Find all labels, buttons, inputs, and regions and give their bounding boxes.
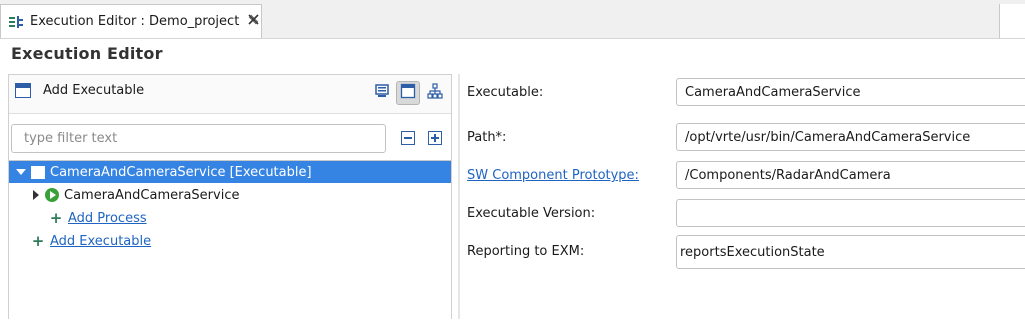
tree-row-executable-label: CameraAndCameraService [Executable] <box>50 164 312 180</box>
monitor-view-button[interactable] <box>370 81 394 105</box>
executable-name-field[interactable]: CameraAndCameraService <box>676 78 1025 106</box>
add-executable-label: Add Executable <box>43 83 145 98</box>
tree-row-executable[interactable]: CameraAndCameraService [Executable] <box>9 161 451 183</box>
executable-tree-pane: Add Executable type filter text CameraAn… <box>8 74 452 319</box>
properties-pane: Executable: CameraAndCameraService Path*… <box>461 74 1025 319</box>
sw-component-prototype-field[interactable]: /Components/RadarAndCamera <box>676 161 1025 189</box>
executable-label: Executable: <box>467 85 544 100</box>
plus-icon: + <box>31 232 45 250</box>
plus-icon: + <box>49 209 63 227</box>
hierarchy-view-button[interactable] <box>423 81 447 105</box>
expand-all-icon[interactable] <box>428 131 442 145</box>
tree-row-component-label: CameraAndCameraService <box>64 187 240 203</box>
page-title: Execution Editor <box>11 44 163 63</box>
close-icon[interactable] <box>248 14 259 29</box>
tree-row-component[interactable]: CameraAndCameraService <box>33 184 239 206</box>
process-run-icon <box>45 188 59 202</box>
executable-version-label: Executable Version: <box>467 206 596 221</box>
chevron-right-icon[interactable] <box>33 190 39 200</box>
add-process-link[interactable]: + Add Process <box>49 207 147 229</box>
chevron-down-icon <box>16 169 26 175</box>
add-executable-button[interactable]: Add Executable <box>15 83 144 98</box>
executable-icon <box>31 165 45 179</box>
tab-execution-editor[interactable]: Execution Editor : Demo_project <box>0 4 262 38</box>
execution-editor-icon <box>8 14 24 30</box>
path-field[interactable]: /opt/vrte/usr/bin/CameraAndCameraService <box>676 123 1025 151</box>
pane-splitter[interactable] <box>458 74 460 319</box>
sw-component-prototype-link[interactable]: SW Component Prototype: <box>467 168 639 183</box>
add-executable-link[interactable]: + Add Executable <box>31 230 151 252</box>
collapse-all-icon[interactable] <box>401 131 415 145</box>
path-label: Path*: <box>467 130 507 145</box>
reporting-to-exm-label: Reporting to EXM: <box>467 244 585 259</box>
window-view-button[interactable] <box>396 81 420 105</box>
add-process-label: Add Process <box>68 210 147 226</box>
window-view-icon <box>400 83 416 103</box>
executable-version-field[interactable] <box>676 199 1025 227</box>
tree-toolbar: Add Executable <box>9 75 451 114</box>
editor-tab-strip: Execution Editor : Demo_project <box>0 0 1025 39</box>
tree-filter-input[interactable] <box>11 124 386 153</box>
reporting-to-exm-select[interactable]: reportsExecutionState <box>676 235 1025 269</box>
add-executable-link-label: Add Executable <box>50 233 152 249</box>
monitor-view-icon <box>375 84 389 102</box>
tab-title: Execution Editor : Demo_project <box>30 14 240 29</box>
executable-tree: CameraAndCameraService [Executable] Came… <box>9 160 451 321</box>
tab-strip-filler <box>999 4 1025 38</box>
expand-toggle[interactable] <box>11 169 31 175</box>
hierarchy-view-icon <box>427 83 443 103</box>
window-icon <box>15 83 31 98</box>
